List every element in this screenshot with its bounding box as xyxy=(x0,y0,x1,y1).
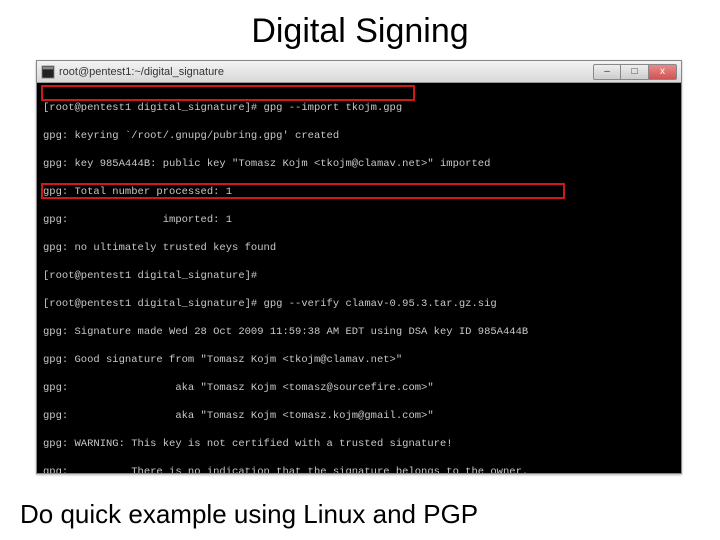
terminal-line: gpg: There is no indication that the sig… xyxy=(43,465,675,473)
terminal-line: gpg: imported: 1 xyxy=(43,213,675,227)
terminal-line: gpg: aka "Tomasz Kojm <tomasz.kojm@gmail… xyxy=(43,409,675,423)
close-button[interactable]: x xyxy=(649,64,677,80)
terminal-line: gpg: no ultimately trusted keys found xyxy=(43,241,675,255)
terminal-line: gpg: WARNING: This key is not certified … xyxy=(43,437,675,451)
terminal-line: gpg: key 985A444B: public key "Tomasz Ko… xyxy=(43,157,675,171)
window-title: root@pentest1:~/digital_signature xyxy=(59,66,593,78)
window-controls: – □ x xyxy=(593,64,677,80)
terminal-line: gpg: keyring `/root/.gnupg/pubring.gpg' … xyxy=(43,129,675,143)
titlebar: root@pentest1:~/digital_signature – □ x xyxy=(37,61,681,83)
terminal-output[interactable]: [root@pentest1 digital_signature]# gpg -… xyxy=(37,83,681,473)
terminal-line: gpg: Good signature from "Tomasz Kojm <t… xyxy=(43,353,675,367)
terminal-line: [root@pentest1 digital_signature]# gpg -… xyxy=(43,101,675,115)
terminal-line: [root@pentest1 digital_signature]# gpg -… xyxy=(43,297,675,311)
terminal-line: [root@pentest1 digital_signature]# xyxy=(43,269,675,283)
terminal-line: gpg: Signature made Wed 28 Oct 2009 11:5… xyxy=(43,325,675,339)
terminal-icon xyxy=(41,65,55,79)
highlight-import-cmd xyxy=(41,85,415,101)
terminal-line: gpg: aka "Tomasz Kojm <tomasz@sourcefire… xyxy=(43,381,675,395)
terminal-window: root@pentest1:~/digital_signature – □ x … xyxy=(36,60,682,474)
slide-title: Digital Signing xyxy=(0,0,720,57)
maximize-button[interactable]: □ xyxy=(621,64,649,80)
terminal-line: gpg: Total number processed: 1 xyxy=(43,185,675,199)
minimize-button[interactable]: – xyxy=(593,64,621,80)
slide-caption: Do quick example using Linux and PGP xyxy=(20,499,478,530)
